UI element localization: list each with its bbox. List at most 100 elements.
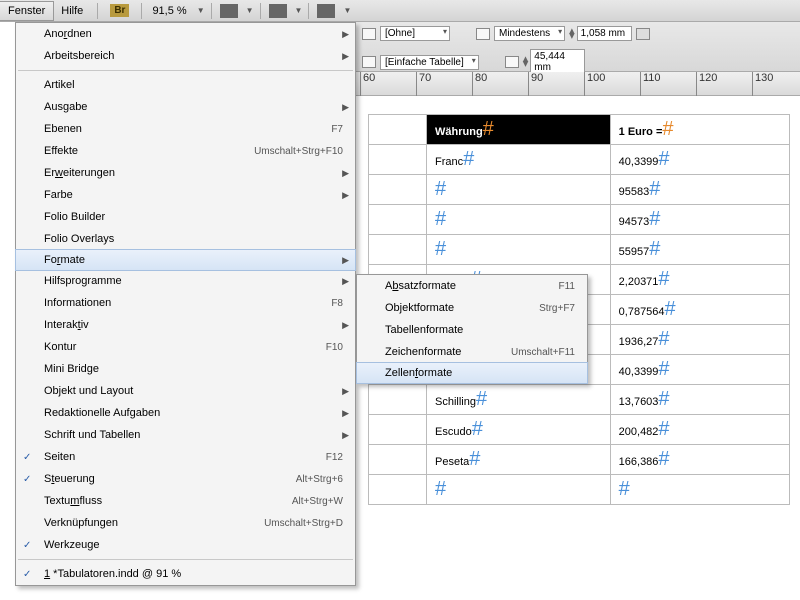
menu-item[interactable]: AbsatzformateF11 (357, 275, 587, 297)
table-cell[interactable] (369, 115, 427, 145)
table-cell[interactable]: Peseta# (427, 445, 611, 475)
table-cell[interactable]: 94573# (610, 205, 789, 235)
menu-item[interactable]: InformationenF8 (16, 292, 355, 314)
menu-item[interactable]: ZeichenformateUmschalt+F11 (357, 341, 587, 363)
apply-icon[interactable] (636, 28, 650, 40)
ruler-tick: 110 (640, 72, 661, 96)
cell-style-dropdown[interactable]: [Ohne] (380, 26, 450, 41)
menu-item[interactable]: Mini Bridge (16, 358, 355, 380)
separator (141, 3, 142, 19)
table-cell[interactable]: 55957# (610, 235, 789, 265)
chevron-down-icon[interactable]: ▼ (197, 6, 205, 15)
menu-item[interactable]: Objekt und Layout▶ (16, 380, 355, 402)
table-cell[interactable] (369, 235, 427, 265)
chevron-down-icon[interactable]: ▼ (295, 6, 303, 15)
menu-label: Informationen (44, 297, 331, 309)
menu-label: Seiten (44, 451, 326, 463)
menu-item[interactable]: ✓SeitenF12 (16, 446, 355, 468)
menu-item[interactable]: Redaktionelle Aufgaben▶ (16, 402, 355, 424)
submenu-arrow-icon: ▶ (342, 168, 349, 179)
zoom-level[interactable]: 91,5 % (152, 5, 186, 17)
table-cell[interactable]: 200,482# (610, 415, 789, 445)
menu-label: Zeichenformate (385, 346, 511, 358)
stepper-icon[interactable]: ▴▾ (569, 29, 575, 39)
table-cell[interactable]: # (427, 205, 611, 235)
table-cell[interactable]: Währung# (427, 115, 611, 145)
table-cell[interactable]: Franc# (427, 145, 611, 175)
menu-item[interactable]: ✓1 *Tabulatoren.indd @ 91 % (16, 563, 355, 585)
menu-item[interactable]: Formate▶ (15, 249, 356, 271)
row-height-mode-dropdown[interactable]: Mindestens (494, 26, 565, 41)
menu-item[interactable]: ✓Werkzeuge (16, 534, 355, 556)
table-cell[interactable] (369, 415, 427, 445)
menu-label: Verknüpfungen (44, 517, 264, 529)
stepper-icon[interactable]: ▴▾ (523, 57, 529, 67)
menu-item[interactable]: KonturF10 (16, 336, 355, 358)
table-cell[interactable] (369, 205, 427, 235)
menu-item[interactable]: Interaktiv▶ (16, 314, 355, 336)
screen-mode-icon[interactable] (220, 4, 238, 18)
separator (260, 3, 261, 19)
bridge-badge[interactable]: Br (110, 4, 129, 17)
menu-item[interactable]: Zellenformate (356, 362, 588, 384)
table-cell[interactable]: 40,3399# (610, 355, 789, 385)
menu-item[interactable]: Farbe▶ (16, 184, 355, 206)
table-cell[interactable]: 13,7603# (610, 385, 789, 415)
table-cell[interactable]: Escudo# (427, 415, 611, 445)
table-cell[interactable]: Schilling# (427, 385, 611, 415)
table-cell[interactable]: 2,20371# (610, 265, 789, 295)
ruler-tick: 70 (416, 72, 431, 96)
menu-item[interactable]: EbenenF7 (16, 118, 355, 140)
menu-item[interactable]: Erweiterungen▶ (16, 162, 355, 184)
table-cell[interactable]: 1936,27# (610, 325, 789, 355)
ruler-tick: 120 (696, 72, 717, 96)
menu-item[interactable]: TextumflussAlt+Strg+W (16, 490, 355, 512)
menu-item[interactable]: Anordnen▶ (16, 23, 355, 45)
menu-item[interactable]: Artikel (16, 74, 355, 96)
menu-item[interactable]: VerknüpfungenUmschalt+Strg+D (16, 512, 355, 534)
menu-item[interactable]: ✓SteuerungAlt+Strg+6 (16, 468, 355, 490)
table-cell[interactable] (369, 475, 427, 505)
table-cell[interactable] (369, 385, 427, 415)
table-cell[interactable]: # (427, 235, 611, 265)
row-height-field[interactable]: ▴▾ 1,058 mm (569, 26, 632, 41)
table-cell[interactable] (369, 445, 427, 475)
menu-item[interactable]: Folio Builder (16, 206, 355, 228)
menu-item[interactable]: Tabellenformate (357, 319, 587, 341)
chevron-down-icon[interactable]: ▼ (246, 6, 254, 15)
menu-label: 1 *Tabulatoren.indd @ 91 % (44, 568, 347, 580)
view-options-icon[interactable] (269, 4, 287, 18)
table-cell[interactable]: 40,3399# (610, 145, 789, 175)
table-cell[interactable] (369, 145, 427, 175)
table-cell[interactable]: # (427, 175, 611, 205)
menu-item[interactable]: Arbeitsbereich▶ (16, 45, 355, 67)
menu-fenster[interactable]: Fenster (0, 1, 54, 21)
menu-label: Schrift und Tabellen (44, 429, 347, 441)
menu-label: Objektformate (385, 302, 539, 314)
table-cell[interactable]: # (427, 475, 611, 505)
submenu-arrow-icon: ▶ (342, 102, 349, 113)
menu-shortcut: F10 (326, 342, 343, 353)
submenu-arrow-icon: ▶ (342, 29, 349, 40)
submenu-arrow-icon: ▶ (342, 190, 349, 201)
menu-item[interactable]: Ausgabe▶ (16, 96, 355, 118)
table-cell[interactable] (369, 175, 427, 205)
table-cell[interactable]: 0,787564# (610, 295, 789, 325)
menu-item[interactable]: Schrift und Tabellen▶ (16, 424, 355, 446)
menu-item[interactable]: Hilfsprogramme▶ (16, 270, 355, 292)
table-cell[interactable]: 95583# (610, 175, 789, 205)
menu-item[interactable]: ObjektformateStrg+F7 (357, 297, 587, 319)
table-cell[interactable]: 1 Euro =# (610, 115, 789, 145)
menu-item[interactable]: Folio Overlays (16, 228, 355, 250)
separator (97, 3, 98, 19)
cell-style-icon (362, 28, 376, 40)
menu-item[interactable]: EffekteUmschalt+Strg+F10 (16, 140, 355, 162)
arrange-icon[interactable] (317, 4, 335, 18)
menu-label: Kontur (44, 341, 326, 353)
table-cell[interactable]: # (610, 475, 789, 505)
menu-hilfe[interactable]: Hilfe (53, 2, 91, 20)
table-cell[interactable]: 166,386# (610, 445, 789, 475)
table-style-dropdown[interactable]: [Einfache Tabelle] (380, 55, 479, 70)
chevron-down-icon[interactable]: ▼ (343, 6, 351, 15)
menu-shortcut: Alt+Strg+W (292, 496, 343, 507)
